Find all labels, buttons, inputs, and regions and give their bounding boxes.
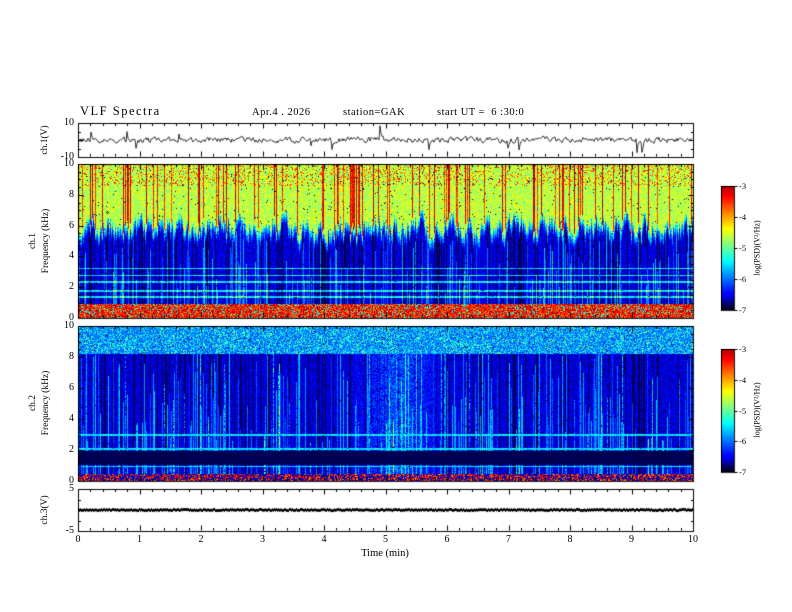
x-tick-label: 10 [688,534,698,545]
x-tick-label: 3 [260,534,265,545]
ch1-colorbar-tick-label: -5 [739,243,747,253]
x-tick-label: 8 [567,534,573,545]
ch3-waveform-canvas [78,489,693,531]
x-tick-label: 4 [321,534,327,545]
ch1-colorbar-tick-label: -3 [739,181,747,191]
x-tick-label: 7 [506,534,511,545]
ch1-voltage-axis-label: ch.1(V) [40,125,50,155]
header-start-ut: start UT = 6 :30:0 [437,107,525,118]
ch1-frequency-tick-label: 4 [69,250,74,262]
vlf-spectra-figure: VLF Spectra Apr.4 . 2026 station=GAK sta… [0,0,792,612]
ch2-colorbar-tick-label: -4 [739,374,747,385]
ch1-frequency-tick-label: 6 [69,219,74,231]
ch2-spectrogram-canvas [78,326,693,481]
ch2-frequency-tick-label: 2 [69,444,74,455]
header-date: Apr.4 . 2026 [252,107,311,118]
ch1-spectrogram-canvas [78,164,693,318]
ch1-colorbar-label: log(PSD)(V²/Hz) [752,220,762,276]
ch1-waveform-canvas [78,123,693,157]
ch2-colorbar-tick-label: -6 [739,436,747,447]
ch2-frequency-axis-label: Frequency (kHz) [41,370,51,436]
ch1-colorbar-canvas [721,186,734,310]
x-tick-label: 2 [198,534,204,545]
ch1-colorbar-tick-label: -6 [739,274,747,284]
ch2-colorbar-label: log(PSD)(V²/Hz) [752,382,762,438]
ch1-voltage-tick-label: 10 [64,117,74,128]
ch2-colorbar-tick-label: -5 [739,405,747,416]
ch2-channel-label: ch.2 [28,394,38,412]
ch1-channel-label: ch.1 [28,232,38,250]
x-axis-label: Time (min) [361,548,409,559]
x-tick-label: 9 [629,534,634,545]
header-station: station=GAK [343,107,406,118]
x-tick-label: 6 [444,534,450,545]
ch3-voltage-tick-label: 5 [69,483,74,494]
ch2-frequency-tick-label: 10 [64,320,74,331]
ch1-colorbar-tick-label: -7 [739,305,747,315]
ch2-frequency-tick-label: 6 [69,382,74,393]
ch1-frequency-tick-label: 2 [69,281,74,293]
ch2-colorbar-canvas [721,349,734,472]
ch2-frequency-tick-label: 8 [69,351,74,362]
ch1-frequency-axis-label: Frequency (kHz) [41,208,51,274]
ch2-frequency-tick-label: 4 [69,413,74,424]
ch1-frequency-tick-label: 10 [64,158,74,169]
x-tick-label: 1 [137,534,142,545]
ch2-colorbar-tick-label: -3 [739,344,747,354]
ch3-voltage-axis-label: ch.3(V) [40,495,50,525]
x-tick-label: 5 [383,534,388,545]
ch1-frequency-tick-label: 8 [69,188,74,200]
figure-title: VLF Spectra [80,104,161,118]
ch1-colorbar-tick-label: -4 [739,212,747,222]
ch2-colorbar-tick-label: -7 [739,467,747,477]
ch3-voltage-tick-label: -5 [65,525,74,536]
